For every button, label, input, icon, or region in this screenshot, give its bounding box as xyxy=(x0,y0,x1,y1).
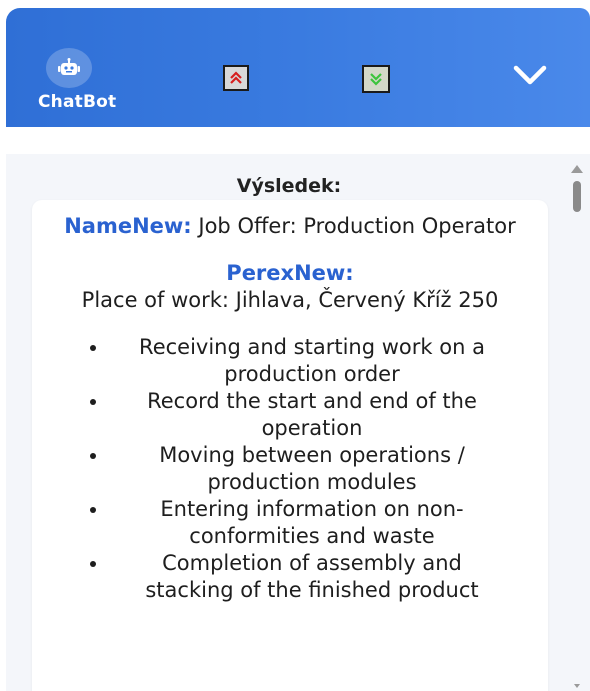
double-chevron-up-icon xyxy=(230,71,242,84)
scrollbar-up-arrow[interactable] xyxy=(571,165,583,173)
scrollbar-down-arrow[interactable] xyxy=(574,684,580,688)
result-card: NameNew: Job Offer: Production Operator … xyxy=(32,200,548,691)
chatbot-window: ChatBot Výsledek: NameNew: Job Offer: Pr… xyxy=(0,0,590,691)
name-value: Job Offer: Production Operator xyxy=(198,214,516,238)
chatbot-header: ChatBot xyxy=(6,8,590,127)
double-chevron-down-icon xyxy=(370,73,382,86)
chevron-down-icon xyxy=(513,65,547,85)
name-row: NameNew: Job Offer: Production Operator xyxy=(62,213,518,240)
chat-body: Výsledek: NameNew: Job Offer: Production… xyxy=(6,127,590,691)
list-item: Completion of assembly and stacking of t… xyxy=(32,550,548,604)
list-item: Moving between operations / production m… xyxy=(32,442,548,496)
robot-icon xyxy=(46,48,92,88)
name-key: NameNew: xyxy=(64,214,192,238)
list-item: Receiving and starting work on a product… xyxy=(32,334,548,388)
brand-label: ChatBot xyxy=(38,92,117,112)
bullet-list: Receiving and starting work on a product… xyxy=(32,334,548,604)
list-item: Record the start and end of the operatio… xyxy=(32,388,548,442)
scroll-down-button[interactable] xyxy=(362,65,390,93)
chatbot-brand: ChatBot xyxy=(38,40,116,120)
perex-value: Place of work: Jihlava, Červený Kříž 250 xyxy=(81,288,499,312)
scroll-up-button[interactable] xyxy=(223,65,249,91)
list-item: Entering information on non-conformities… xyxy=(32,496,548,550)
result-title: Výsledek: xyxy=(236,175,342,197)
perex-key: PerexNew: xyxy=(226,261,354,285)
collapse-button[interactable] xyxy=(508,60,552,90)
scrollbar-thumb[interactable] xyxy=(573,181,581,212)
